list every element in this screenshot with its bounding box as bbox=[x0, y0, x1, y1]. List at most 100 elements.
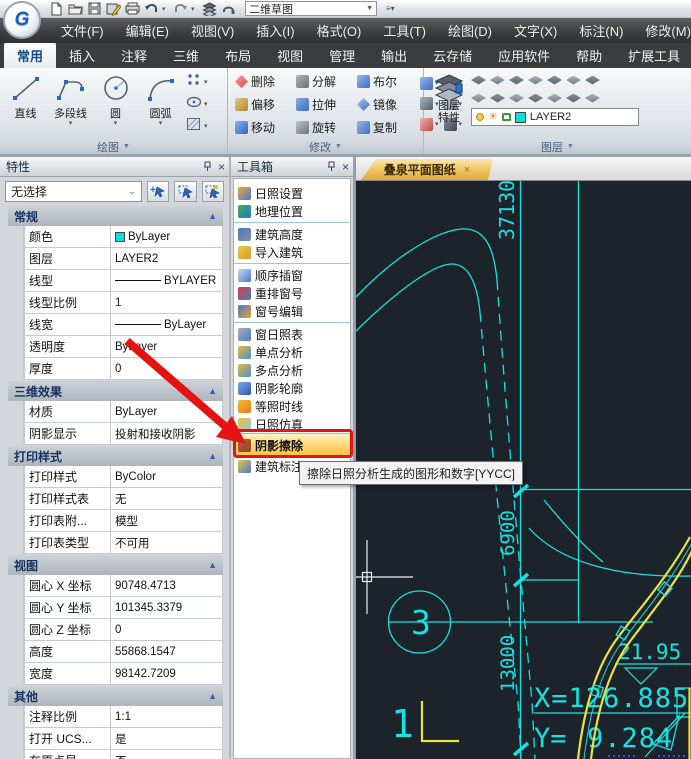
property-value[interactable]: 模型 bbox=[110, 510, 223, 532]
quick-select-plus-button[interactable]: + bbox=[146, 180, 170, 202]
section-header[interactable]: 视图 ▲ bbox=[8, 555, 223, 575]
property-value[interactable]: 无 bbox=[110, 488, 223, 510]
layer-tool-icon[interactable] bbox=[566, 93, 581, 103]
menu-item[interactable]: 工具(T) bbox=[372, 21, 437, 40]
toolbox-item-shadow-outline[interactable]: 阴影轮廓 bbox=[234, 379, 350, 397]
toolbox-item-insert-windows[interactable]: 顺序插窗 bbox=[234, 266, 350, 284]
toolbox-item-renumber-windows[interactable]: 重排窗号 bbox=[234, 284, 350, 302]
property-value[interactable]: LAYER2 bbox=[110, 248, 223, 270]
ribbon-tab-item[interactable]: 插入 bbox=[56, 43, 108, 68]
ellipse-button[interactable]: ▾ bbox=[186, 95, 208, 113]
new-file-icon[interactable] bbox=[48, 1, 64, 16]
move-button[interactable]: 移动 bbox=[233, 116, 294, 139]
property-value[interactable]: ByLayer bbox=[110, 314, 223, 336]
section-header[interactable]: 常规 ▲ bbox=[8, 206, 223, 226]
drawing-tab[interactable]: 叠泉平面图纸 × bbox=[361, 159, 493, 180]
layer-tool-icon[interactable] bbox=[585, 93, 600, 103]
undo-dropdown-icon[interactable]: ▾ bbox=[162, 5, 169, 13]
toolbox-item-edit-window-no[interactable]: 窗号编辑 bbox=[234, 302, 350, 320]
property-value[interactable]: 55868.1547 bbox=[110, 641, 223, 663]
menu-item[interactable]: 文字(X) bbox=[503, 21, 568, 40]
property-value[interactable]: 1 bbox=[110, 292, 223, 314]
ribbon-tab-item[interactable]: 扩展工具 bbox=[615, 43, 691, 68]
arc-button[interactable]: 圆弧 ▾ bbox=[138, 70, 183, 139]
property-value[interactable]: 98142.7209 bbox=[110, 663, 223, 685]
menu-item[interactable]: 修改(M) bbox=[634, 21, 691, 40]
workspace-select[interactable]: 二维草图 ▼ bbox=[245, 1, 377, 16]
menu-item[interactable]: 文件(F) bbox=[50, 21, 115, 40]
layer-tool-icon[interactable] bbox=[528, 75, 543, 85]
toolbox-item-import-building[interactable]: 导入建筑 bbox=[234, 243, 350, 261]
menu-item[interactable]: 标注(N) bbox=[568, 21, 634, 40]
quick-select-new-button[interactable] bbox=[201, 180, 225, 202]
explode-button[interactable]: 分解 bbox=[294, 70, 355, 93]
redo-icon[interactable] bbox=[172, 1, 188, 16]
section-header[interactable]: 打印样式 ▲ bbox=[8, 446, 223, 466]
property-value[interactable]: 0 bbox=[110, 358, 223, 380]
ribbon-tab-item[interactable]: 注释 bbox=[108, 43, 160, 68]
property-value[interactable]: BYLAYER bbox=[110, 270, 223, 292]
toolbox-item-sun-settings[interactable]: 日照设置 bbox=[234, 184, 350, 202]
panel-caption-draw[interactable]: 绘图 ▼ bbox=[0, 139, 227, 154]
property-value[interactable]: 101345.3379 bbox=[110, 597, 223, 619]
ribbon-tab-item[interactable]: 三维 bbox=[160, 43, 212, 68]
layer-tool-icon[interactable] bbox=[566, 75, 581, 85]
pin-icon[interactable] bbox=[327, 161, 336, 172]
property-value[interactable]: 投射和接收阴影 bbox=[110, 423, 223, 445]
selection-filter-select[interactable]: 无选择 ⌄ bbox=[5, 180, 142, 202]
layer-tool-icon[interactable] bbox=[547, 93, 562, 103]
toolbox-item-window-sun-table[interactable]: 窗日照表 bbox=[234, 325, 350, 343]
ribbon-tab-item[interactable]: 布局 bbox=[212, 43, 264, 68]
boolean-button[interactable]: 布尔 bbox=[355, 70, 416, 93]
ribbon-tab-item[interactable]: 输出 bbox=[368, 43, 420, 68]
menu-item[interactable]: 绘图(D) bbox=[437, 21, 503, 40]
toolbox-item-multi-point-analysis[interactable]: 多点分析 bbox=[234, 361, 350, 379]
property-value[interactable]: 0 bbox=[110, 619, 223, 641]
layer-tool-icon[interactable] bbox=[490, 93, 505, 103]
ribbon-tab-item[interactable]: 云存储 bbox=[420, 43, 485, 68]
close-icon[interactable]: × bbox=[218, 160, 225, 174]
stretch-button[interactable]: 拉伸 bbox=[294, 93, 355, 116]
recover-icon[interactable] bbox=[220, 1, 236, 16]
hatch-button[interactable]: ▾ bbox=[186, 117, 208, 135]
mirror-button[interactable]: 镜像 bbox=[355, 93, 416, 116]
save-icon[interactable] bbox=[86, 1, 102, 16]
toolbox-item-isochrone[interactable]: 等照时线 bbox=[234, 397, 350, 415]
ribbon-tab-active[interactable]: 常用 bbox=[4, 43, 57, 68]
layer-tool-icon[interactable] bbox=[471, 93, 486, 103]
erase-button[interactable]: 删除 bbox=[233, 70, 294, 93]
menu-item[interactable]: 视图(V) bbox=[180, 21, 245, 40]
section-header[interactable]: 其他 ▲ bbox=[8, 686, 223, 706]
property-value[interactable]: 是 bbox=[110, 728, 223, 750]
toolbox-item-geo-location[interactable]: 地理位置 bbox=[234, 202, 350, 220]
menu-item[interactable]: 编辑(E) bbox=[115, 21, 180, 40]
qat-overflow-icon[interactable]: ≡▾ bbox=[386, 4, 395, 13]
layer-tool-icon[interactable] bbox=[490, 75, 505, 85]
toolbox-item-shadow-erase[interactable]: 阴影擦除 bbox=[234, 433, 350, 457]
property-value[interactable]: 90748.4713 bbox=[110, 575, 223, 597]
undo-icon[interactable] bbox=[143, 1, 159, 16]
layer-tool-icon[interactable] bbox=[509, 75, 524, 85]
panel-caption-layer[interactable]: 图层 ▼ bbox=[424, 139, 691, 154]
line-button[interactable]: 直线 bbox=[3, 70, 48, 139]
close-icon[interactable]: × bbox=[464, 164, 470, 176]
property-value[interactable]: ByColor bbox=[110, 466, 223, 488]
ribbon-tab-item[interactable]: 视图 bbox=[264, 43, 316, 68]
property-value[interactable]: 不可用 bbox=[110, 532, 223, 554]
layer-tool-icon[interactable] bbox=[528, 93, 543, 103]
section-header[interactable]: 三维效果 ▲ bbox=[8, 381, 223, 401]
layer-tool-icon[interactable] bbox=[509, 93, 524, 103]
rotate-button[interactable]: 旋转 bbox=[294, 116, 355, 139]
save-as-icon[interactable] bbox=[105, 1, 121, 16]
publish-icon[interactable] bbox=[201, 1, 217, 16]
layer-tool-icon[interactable] bbox=[547, 75, 562, 85]
quick-select-window-button[interactable] bbox=[174, 180, 197, 202]
toolbox-item-sun-simulation[interactable]: 日照仿真 bbox=[234, 415, 350, 433]
layer-properties-button[interactable]: 图层特性 bbox=[427, 70, 471, 139]
polyline-button[interactable]: 多段线 ▾ bbox=[48, 70, 93, 139]
point-array-button[interactable]: ▾ bbox=[186, 73, 208, 91]
close-icon[interactable]: × bbox=[342, 160, 349, 174]
toolbox-item-single-point-analysis[interactable]: 单点分析 bbox=[234, 343, 350, 361]
panel-caption-modify[interactable]: 修改 ▼ bbox=[228, 139, 423, 154]
layer-select[interactable]: ☀ LAYER2 bbox=[471, 108, 639, 126]
